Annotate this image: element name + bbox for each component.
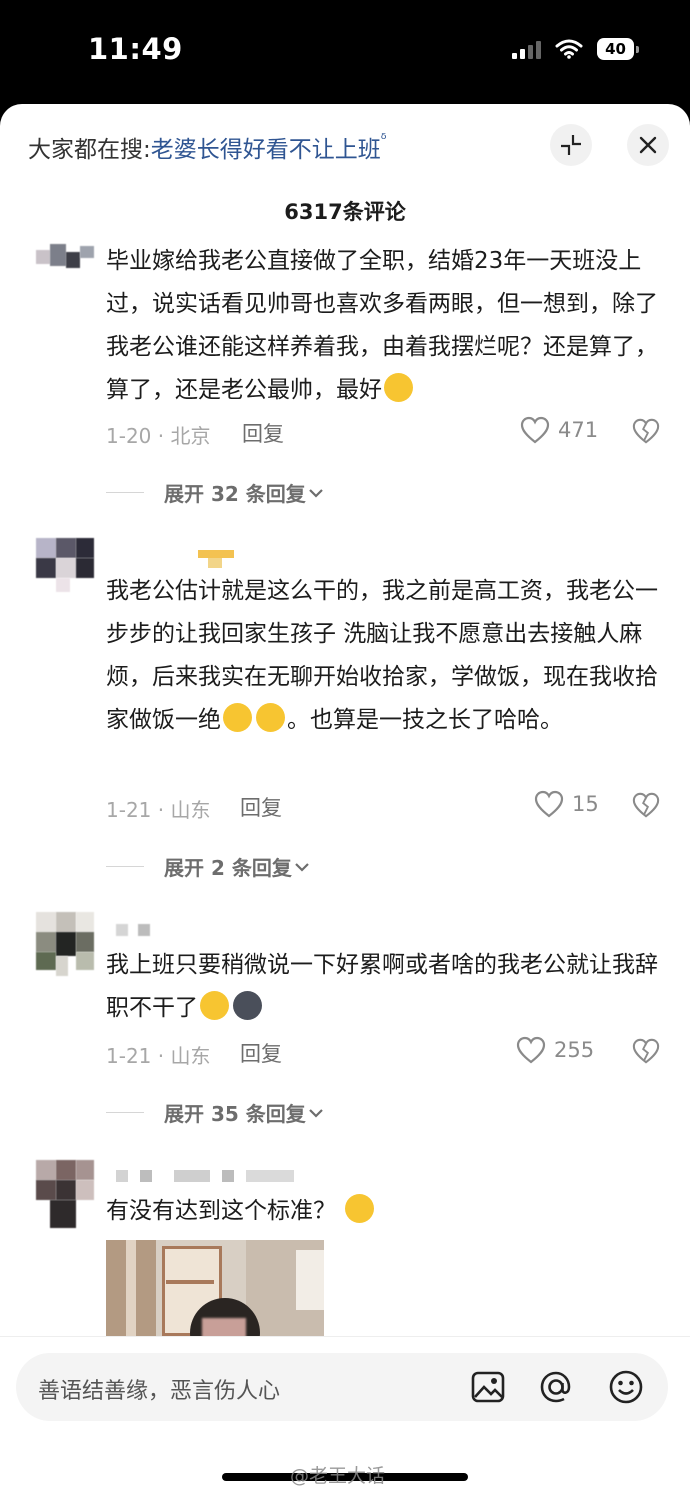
- like-button[interactable]: 255: [516, 1036, 594, 1064]
- avatar[interactable]: [36, 242, 94, 272]
- comment-text: 我老公估计就是这么干的，我之前是高工资，我老公一步步的让我回家生孩子 洗脑让我不…: [106, 578, 658, 733]
- username-blur: [116, 1170, 296, 1182]
- comment-input-placeholder: 善语结善缘，恶言伤人心: [38, 1379, 281, 1404]
- collapse-icon: [561, 135, 581, 155]
- close-icon: [639, 136, 657, 154]
- reply-button[interactable]: 回复: [242, 418, 284, 448]
- comment-meta: 1-21 · 山东: [106, 1044, 211, 1068]
- chevron-down-icon: [295, 862, 309, 872]
- like-count: 255: [554, 1038, 595, 1062]
- expand-replies-button[interactable]: 展开 2 条回复: [106, 852, 312, 881]
- watermark: @老王大话: [290, 1465, 386, 1487]
- grinning-sweat-emoji-icon: [345, 1194, 375, 1223]
- user-badge: [198, 550, 234, 570]
- dark-face-emoji-icon: [233, 991, 262, 1020]
- comment-text: 有没有达到这个标准？: [106, 1190, 666, 1233]
- like-count: 15: [572, 792, 599, 816]
- cellular-signal-icon: [512, 39, 542, 59]
- reply-button[interactable]: 回复: [240, 792, 282, 822]
- comment-input[interactable]: 善语结善缘，恶言伤人心: [16, 1353, 668, 1421]
- trending-search-prefix: 大家都在搜:: [28, 137, 151, 163]
- chevron-down-icon: [308, 1108, 323, 1118]
- laughing-crying-emoji-icon: [384, 373, 413, 402]
- username-blur: [116, 924, 152, 936]
- emoji-icon[interactable]: [608, 1369, 644, 1405]
- comment-meta: 1-20 · 北京: [106, 424, 211, 448]
- sweating-emoji-icon: [200, 991, 229, 1020]
- mention-icon[interactable]: [538, 1369, 574, 1405]
- heart-icon: [534, 790, 564, 818]
- search-icon: ᵟ: [380, 130, 387, 148]
- avatar[interactable]: [36, 538, 94, 610]
- trending-search[interactable]: 大家都在搜:老婆长得好看不让上班ᵟ: [28, 130, 387, 164]
- like-button[interactable]: 471: [520, 416, 598, 444]
- dislike-icon[interactable]: [632, 1037, 660, 1065]
- avatar[interactable]: [36, 912, 94, 976]
- expand-replies-button[interactable]: 展开 35 条回复: [106, 1098, 326, 1127]
- dislike-icon[interactable]: [632, 417, 660, 445]
- reply-button[interactable]: 回复: [240, 1038, 282, 1068]
- avatar[interactable]: [36, 1160, 94, 1228]
- image-icon[interactable]: [470, 1369, 506, 1405]
- heart-icon: [516, 1036, 546, 1064]
- comment-text: 毕业嫁给我老公直接做了全职，结婚23年一天班没上过，说实话看见帅哥也喜欢多看两眼…: [106, 248, 658, 403]
- status-icons: 40: [512, 38, 639, 60]
- heart-icon: [520, 416, 550, 444]
- status-bar: 11:49 40: [0, 0, 690, 104]
- battery-indicator: 40: [597, 38, 639, 60]
- like-button[interactable]: 15: [534, 790, 599, 818]
- collapse-button[interactable]: [550, 124, 592, 166]
- trending-search-term[interactable]: 老婆长得好看不让上班: [151, 137, 381, 163]
- comment-count-title: 6317条评论: [284, 200, 406, 224]
- comment-text: 我上班只要稍微说一下好累啊或者啥的我老公就让我辞职不干了: [106, 952, 658, 1021]
- comment-photo[interactable]: [106, 1240, 324, 1350]
- status-time: 11:49: [88, 32, 183, 66]
- comments-sheet: 大家都在搜:老婆长得好看不让上班ᵟ 6317条评论 毕业嫁给我老公直接做了全职，…: [0, 104, 690, 1496]
- like-count: 471: [558, 418, 599, 442]
- expand-replies-button[interactable]: 展开 32 条回复: [106, 478, 326, 507]
- laughing-crying-emoji-icon: [223, 703, 252, 732]
- laughing-crying-emoji-icon: [256, 703, 285, 732]
- close-button[interactable]: [627, 124, 669, 166]
- wifi-icon: [555, 39, 583, 59]
- comment-input-bar: 善语结善缘，恶言伤人心 @老王大话: [0, 1336, 690, 1496]
- chevron-down-icon: [308, 488, 323, 498]
- dislike-icon[interactable]: [632, 791, 660, 819]
- comment-meta: 1-21 · 山东: [106, 798, 211, 822]
